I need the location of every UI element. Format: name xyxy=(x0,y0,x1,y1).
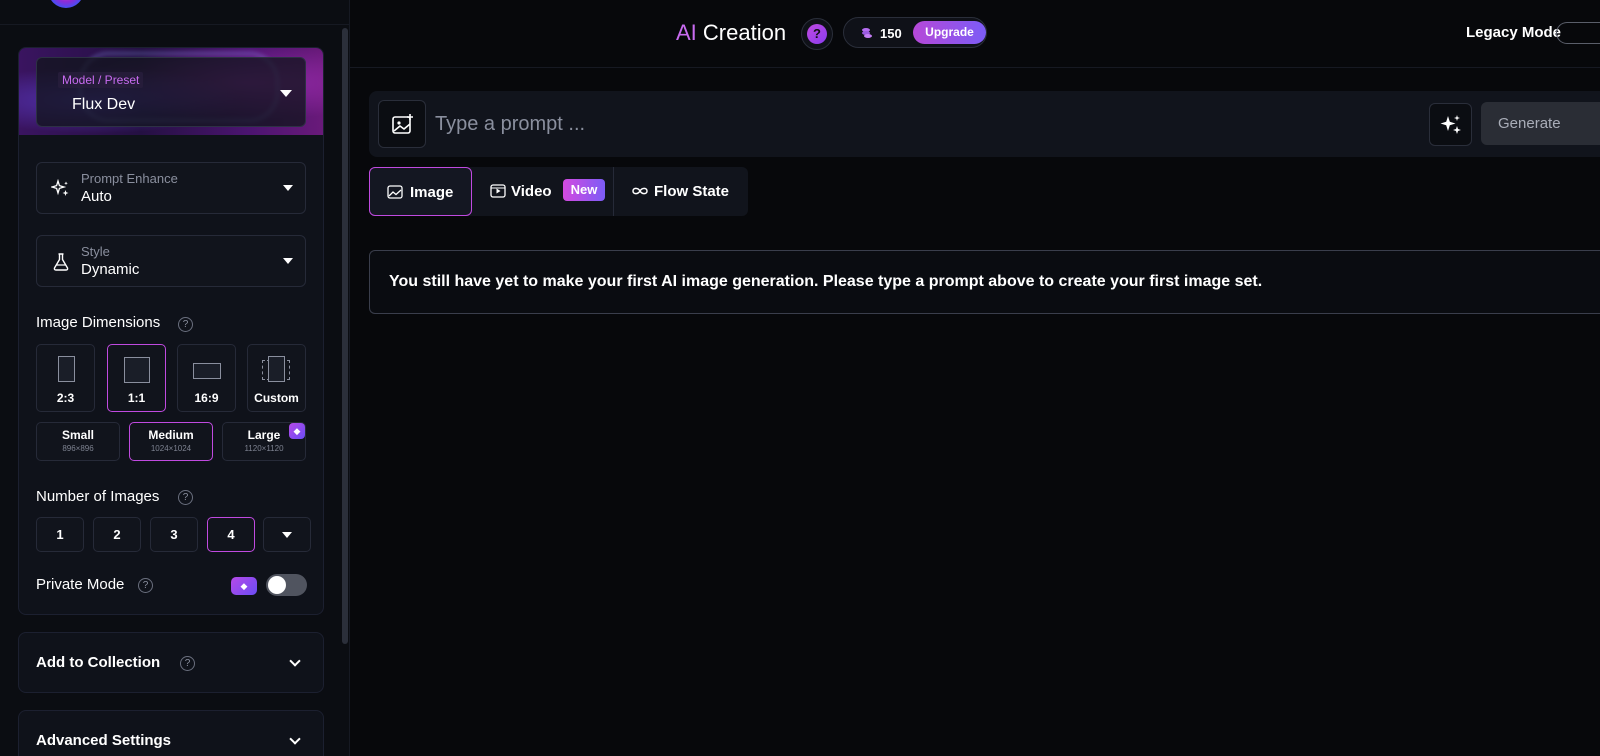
number-of-images-label: Number of Images xyxy=(36,488,160,505)
logo-strip xyxy=(0,0,349,25)
ratio-label: 2:3 xyxy=(56,391,75,405)
image-prompt-button[interactable] xyxy=(378,100,426,148)
token-count: 150 xyxy=(880,26,902,41)
image-count-more-button[interactable] xyxy=(263,517,311,552)
app-logo[interactable] xyxy=(48,0,84,8)
legacy-mode-label: Legacy Mode xyxy=(1466,24,1562,41)
tab-image[interactable]: Image xyxy=(369,167,472,216)
advanced-settings-label: Advanced Settings xyxy=(36,732,172,749)
sidebar: Model / Preset Flux Dev Prompt Enhance A… xyxy=(0,0,350,756)
infinity-icon xyxy=(632,187,648,195)
model-preset-value: Flux Dev xyxy=(72,96,136,113)
prompt-bar: Generate xyxy=(369,91,1600,157)
sidebar-scrollbar[interactable] xyxy=(342,28,348,644)
page-title: AI Creation xyxy=(676,20,786,46)
tab-flow-state[interactable]: Flow State xyxy=(614,167,748,216)
prompt-input[interactable] xyxy=(435,105,1335,143)
image-icon xyxy=(387,185,403,199)
chevron-down-icon xyxy=(289,655,301,667)
sparkles-icon xyxy=(1440,115,1461,134)
style-kicker: Style xyxy=(81,244,110,259)
ratio-option-1-1[interactable]: 1:1 xyxy=(107,344,166,412)
tab-video[interactable]: Video New xyxy=(472,167,613,216)
image-count-option-1[interactable]: 1 xyxy=(36,517,84,552)
size-resolution: 896×896 xyxy=(62,444,94,453)
tab-label: Image xyxy=(410,184,454,201)
square-ratio-icon xyxy=(124,357,150,383)
help-icon[interactable]: ? xyxy=(138,578,153,593)
legacy-mode-toggle[interactable] xyxy=(1556,22,1600,44)
style-select[interactable]: Style Dynamic xyxy=(36,235,306,287)
caret-down-icon xyxy=(283,258,293,264)
ratio-label: Custom xyxy=(254,391,299,405)
landscape-ratio-icon xyxy=(193,363,221,379)
model-banner-image: Model / Preset Flux Dev xyxy=(19,48,323,135)
page-title-ai: AI xyxy=(676,20,697,45)
token-balance: 150 Upgrade xyxy=(843,17,987,48)
mode-tabs: Image Video New Flow State xyxy=(369,167,748,216)
page-title-rest: Creation xyxy=(696,20,787,45)
tab-label: Video xyxy=(511,183,552,200)
toggle-knob xyxy=(268,576,286,594)
premium-gem-icon: ◆ xyxy=(289,423,305,439)
generate-button[interactable]: Generate xyxy=(1481,102,1600,145)
size-option-small[interactable]: Small 896×896 xyxy=(36,422,120,461)
caret-down-icon xyxy=(280,90,292,97)
empty-state-notice: You still have yet to make your first AI… xyxy=(369,250,1600,314)
prompt-enhance-value: Auto xyxy=(81,188,112,205)
size-resolution: 1024×1024 xyxy=(150,444,192,453)
size-label: Small xyxy=(61,428,94,442)
image-count-option-3[interactable]: 3 xyxy=(150,517,198,552)
help-icon[interactable]: ? xyxy=(178,317,193,332)
upgrade-button[interactable]: Upgrade xyxy=(913,21,986,44)
coins-icon xyxy=(862,28,872,38)
image-count-option-4[interactable]: 4 xyxy=(207,517,255,552)
model-preset-select[interactable]: Model / Preset Flux Dev xyxy=(36,57,306,127)
tab-label: Flow State xyxy=(654,183,730,200)
chevron-down-icon xyxy=(289,733,301,745)
help-icon[interactable]: ? xyxy=(178,490,193,505)
premium-gem-icon: ◆ xyxy=(231,577,257,595)
ratio-option-2-3[interactable]: 2:3 xyxy=(36,344,95,412)
help-button[interactable]: ? xyxy=(801,18,833,50)
add-to-collection-label: Add to Collection xyxy=(36,654,161,671)
help-icon[interactable]: ? xyxy=(180,656,195,671)
prompt-enhance-select[interactable]: Prompt Enhance Auto xyxy=(36,162,306,214)
style-value: Dynamic xyxy=(81,261,140,278)
ratio-option-custom[interactable]: Custom xyxy=(247,344,306,412)
new-badge: New xyxy=(563,179,605,201)
flask-icon xyxy=(53,253,69,271)
advanced-settings-section[interactable]: Advanced Settings xyxy=(18,710,324,756)
private-mode-toggle[interactable] xyxy=(266,574,307,596)
caret-down-icon xyxy=(283,185,293,191)
video-icon xyxy=(490,184,506,198)
prompt-enhance-kicker: Prompt Enhance xyxy=(81,171,178,186)
custom-ratio-icon xyxy=(268,356,285,382)
ratio-label: 1:1 xyxy=(127,391,146,405)
question-icon: ? xyxy=(807,24,827,44)
size-label: Medium xyxy=(148,428,194,442)
ratio-label: 16:9 xyxy=(194,391,219,405)
sparkles-icon xyxy=(51,179,69,196)
portrait-ratio-icon xyxy=(58,356,75,382)
add-to-collection-section[interactable]: Add to Collection ? xyxy=(18,632,324,693)
size-resolution: 1120×1120 xyxy=(244,444,284,453)
image-count-option-2[interactable]: 2 xyxy=(93,517,141,552)
size-option-medium[interactable]: Medium 1024×1024 xyxy=(129,422,213,461)
add-image-icon xyxy=(392,114,413,134)
model-preset-kicker: Model / Preset xyxy=(58,72,144,88)
private-mode-label: Private Mode xyxy=(36,576,125,593)
caret-down-icon xyxy=(282,532,292,538)
ratio-option-16-9[interactable]: 16:9 xyxy=(177,344,236,412)
generation-settings-panel: Model / Preset Flux Dev Prompt Enhance A… xyxy=(18,47,324,615)
empty-state-message: You still have yet to make your first AI… xyxy=(389,273,1263,290)
prompt-improve-button[interactable] xyxy=(1429,103,1472,146)
image-dimensions-label: Image Dimensions xyxy=(36,314,161,331)
